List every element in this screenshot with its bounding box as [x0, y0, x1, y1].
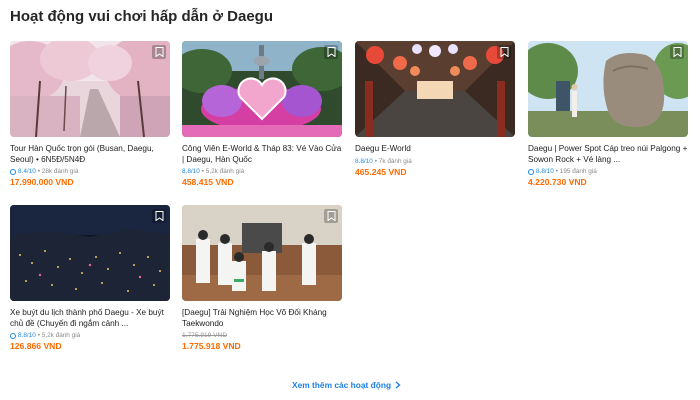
review-count: • 5,2k đánh giá [201, 168, 245, 175]
bookmark-icon[interactable] [324, 209, 338, 223]
rating-row: 8.8/10 • 5,2k đánh giá [10, 332, 170, 339]
activity-card[interactable]: Tour Hàn Quốc trọn gói (Busan, Daegu, Se… [10, 41, 170, 187]
bookmark-icon[interactable] [497, 45, 511, 59]
rating-score: 8.8/10 [355, 157, 373, 165]
rating-row: 8.8/10 • 5,2k đánh giá [182, 168, 342, 175]
card-image-e-world-tower [182, 41, 342, 137]
price: 126.866 VND [10, 341, 62, 351]
card-title: Daegu | Power Spot Cáp treo núi Palgong … [528, 144, 688, 164]
review-count: • 7k đánh giá [374, 157, 412, 165]
card-image-lantern-street [355, 41, 515, 137]
bookmark-icon[interactable] [152, 209, 166, 223]
rating-score: 8.8/10 [18, 332, 36, 339]
card-image-cherry-blossom [10, 41, 170, 137]
review-count: • 5,2k đánh giá [37, 332, 81, 339]
see-more-link[interactable]: Xem thêm các hoạt động [292, 380, 401, 390]
price: 4.220.730 VND [528, 177, 587, 187]
price: 1.775.918 VND [182, 341, 241, 351]
bookmark-icon[interactable] [324, 45, 338, 59]
rating-row: 8.8/10 • 7k đánh giá [355, 158, 515, 165]
card-title: Công Viên E-World & Tháp 83: Vé Vào Cửa … [182, 144, 342, 164]
chevron-right-icon [395, 381, 401, 389]
activity-card[interactable]: Daegu | Power Spot Cáp treo núi Palgong … [528, 41, 688, 187]
card-image-sowon-rock [528, 41, 688, 137]
card-image-city-night [10, 205, 170, 301]
rating-score: 8.8/10 [536, 168, 554, 175]
price: 465.245 VND [355, 166, 407, 177]
activity-card[interactable]: Daegu E-World 8.8/10 • 7k đánh giá 465.2… [355, 41, 515, 177]
card-title: Daegu E-World [355, 144, 411, 153]
rating-score: 8.8/10 [182, 168, 200, 175]
activity-card[interactable]: Công Viên E-World & Tháp 83: Vé Vào Cửa … [182, 41, 342, 187]
price: 17.990.000 VND [10, 177, 74, 187]
bookmark-icon[interactable] [670, 45, 684, 59]
card-title: Xe buýt du lịch thành phố Daegu - Xe buý… [10, 308, 164, 328]
card-title: Tour Hàn Quốc trọn gói (Busan, Daegu, Se… [10, 144, 154, 164]
card-image-taekwondo [182, 205, 342, 301]
review-count: • 195 đánh giá [555, 168, 597, 175]
section-title: Hoạt động vui chơi hấp dẫn ở Daegu [10, 8, 274, 25]
activity-card[interactable]: Xe buýt du lịch thành phố Daegu - Xe buý… [10, 205, 170, 351]
card-title: [Daegu] Trải Nghiệm Học Võ Đối Kháng Tae… [182, 308, 327, 328]
rating-row: 8.8/10 • 195 đánh giá [528, 168, 688, 175]
price: 458.415 VND [182, 177, 234, 187]
rating-medal-icon [528, 168, 534, 175]
rating-medal-icon [10, 168, 16, 175]
see-more-label: Xem thêm các hoạt động [292, 380, 392, 390]
bookmark-icon[interactable] [152, 45, 166, 59]
rating-medal-icon [10, 332, 16, 339]
rating-row: 8.4/10 • 28k đánh giá [10, 168, 170, 175]
original-price: 1.775.919 VND [182, 332, 228, 339]
activity-card[interactable]: [Daegu] Trải Nghiệm Học Võ Đối Kháng Tae… [182, 205, 342, 351]
review-count: • 28k đánh giá [37, 168, 79, 175]
rating-score: 8.4/10 [18, 168, 36, 175]
